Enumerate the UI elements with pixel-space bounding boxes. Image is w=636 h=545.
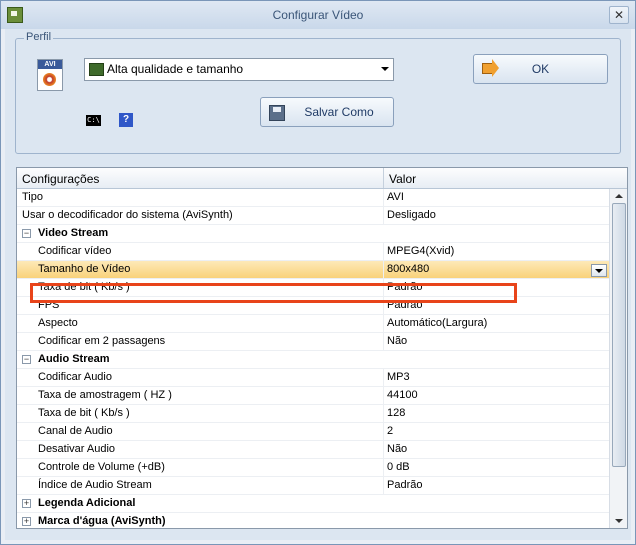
property-row[interactable]: Tipo AVI: [17, 189, 609, 207]
media-disc-icon: [43, 73, 56, 86]
property-name: Taxa de amostragem ( HZ ): [38, 389, 172, 401]
cell-divider: [383, 261, 384, 278]
profile-group-label: Perfil: [24, 31, 54, 43]
collapse-icon[interactable]: −: [22, 229, 31, 238]
cell-divider: [383, 333, 384, 350]
property-value[interactable]: 2: [387, 425, 393, 437]
property-row[interactable]: Codificar Audio MP3: [17, 369, 609, 387]
section-label: Video Stream: [38, 227, 109, 239]
film-icon: [89, 63, 104, 76]
property-row[interactable]: Taxa de amostragem ( HZ ) 44100: [17, 387, 609, 405]
cell-divider: [383, 387, 384, 404]
property-value[interactable]: MPEG4(Xvid): [387, 245, 454, 257]
property-name: Índice de Audio Stream: [38, 479, 152, 491]
property-value[interactable]: Automático(Largura): [387, 317, 487, 329]
property-value[interactable]: 44100: [387, 389, 418, 401]
property-row[interactable]: Tamanho de Vídeo 800x480: [17, 261, 609, 279]
property-name: Taxa de bit ( Kb/s ): [38, 407, 130, 419]
property-name: Controle de Volume (+dB): [38, 461, 165, 473]
profile-group: Perfil AVI Alta qualidade e tamanho C:\ …: [15, 31, 621, 154]
scroll-down-icon[interactable]: [610, 514, 627, 528]
window-title: Configurar Vídeo: [272, 8, 364, 22]
profile-select[interactable]: Alta qualidade e tamanho: [84, 58, 394, 81]
command-prompt-icon[interactable]: C:\: [86, 115, 101, 126]
property-value[interactable]: AVI: [387, 191, 404, 203]
property-name: Codificar vídeo: [38, 245, 112, 257]
property-value[interactable]: 800x480: [387, 263, 429, 275]
cell-divider: [383, 369, 384, 386]
property-value[interactable]: Padrão: [387, 479, 422, 491]
property-value[interactable]: 128: [387, 407, 405, 419]
property-row[interactable]: Codificar em 2 passagens Não: [17, 333, 609, 351]
section-row[interactable]: − Audio Stream: [17, 351, 609, 369]
property-name: Tamanho de Vídeo: [38, 263, 131, 275]
property-row[interactable]: Aspecto Automático(Largura): [17, 315, 609, 333]
avi-icon-label: AVI: [38, 60, 62, 69]
section-label: Marca d'água (AviSynth): [38, 515, 166, 527]
property-name: Tipo: [22, 191, 43, 203]
configure-video-dialog: Configurar Vídeo ✕ Perfil AVI Alta quali…: [0, 0, 636, 545]
property-value[interactable]: Não: [387, 443, 407, 455]
vertical-scrollbar[interactable]: [609, 189, 627, 528]
cell-divider: [383, 405, 384, 422]
chevron-down-icon[interactable]: [381, 67, 389, 71]
dropdown-arrow-icon[interactable]: [591, 264, 607, 277]
property-value[interactable]: 0 dB: [387, 461, 410, 473]
property-row[interactable]: Canal de Audio 2: [17, 423, 609, 441]
section-label: Audio Stream: [38, 353, 110, 365]
grid-rows: Tipo AVI Usar o decodificador do sistema (…: [17, 189, 609, 528]
column-header-settings[interactable]: Configurações: [22, 172, 99, 186]
section-label: Legenda Adicional: [38, 497, 136, 509]
column-header-value[interactable]: Valor: [389, 172, 416, 186]
property-name: Aspecto: [38, 317, 78, 329]
close-button[interactable]: ✕: [609, 6, 629, 24]
scroll-thumb[interactable]: [612, 203, 626, 467]
property-row[interactable]: Desativar Audio Não: [17, 441, 609, 459]
grid-header: Configurações Valor: [17, 168, 627, 189]
avi-file-icon: AVI: [37, 59, 63, 91]
section-row[interactable]: + Marca d'água (AviSynth): [17, 513, 609, 528]
collapse-icon[interactable]: −: [22, 355, 31, 364]
property-name: Codificar Audio: [38, 371, 112, 383]
save-as-button[interactable]: Salvar Como: [260, 97, 394, 127]
section-row[interactable]: − Video Stream: [17, 225, 609, 243]
cell-divider: [383, 477, 384, 494]
cell-divider: [383, 459, 384, 476]
cell-divider: [383, 243, 384, 260]
cell-divider: [383, 423, 384, 440]
ok-button[interactable]: OK: [473, 54, 608, 84]
settings-grid[interactable]: Configurações Valor Tipo AVI Usar o decodi…: [16, 167, 628, 529]
close-icon: ✕: [613, 8, 625, 22]
property-row[interactable]: Controle de Volume (+dB) 0 dB: [17, 459, 609, 477]
highlight-annotation: [30, 283, 517, 303]
title-bar[interactable]: Configurar Vídeo ✕: [1, 1, 635, 29]
expand-icon[interactable]: +: [22, 517, 31, 526]
property-name: Canal de Audio: [38, 425, 113, 437]
property-value[interactable]: MP3: [387, 371, 410, 383]
help-icon[interactable]: ?: [119, 113, 133, 127]
dialog-body: Perfil AVI Alta qualidade e tamanho C:\ …: [5, 29, 631, 540]
property-row[interactable]: Índice de Audio Stream Padrão: [17, 477, 609, 495]
property-value[interactable]: Não: [387, 335, 407, 347]
cell-divider: [383, 189, 384, 206]
property-row[interactable]: Usar o decodificador do sistema (AviSynt…: [17, 207, 609, 225]
property-name: Desativar Audio: [38, 443, 116, 455]
expand-icon[interactable]: +: [22, 499, 31, 508]
profile-select-value: Alta qualidade e tamanho: [107, 62, 244, 76]
save-as-label: Salvar Como: [304, 105, 374, 119]
property-name: Codificar em 2 passagens: [38, 335, 166, 347]
property-row[interactable]: Taxa de bit ( Kb/s ) 128: [17, 405, 609, 423]
cell-divider: [383, 441, 384, 458]
column-divider[interactable]: [383, 168, 384, 188]
property-name: Usar o decodificador do sistema (AviSynt…: [22, 209, 233, 221]
property-row[interactable]: Codificar vídeo MPEG4(Xvid): [17, 243, 609, 261]
cell-divider: [383, 315, 384, 332]
scroll-up-icon[interactable]: [610, 189, 627, 203]
property-value[interactable]: Desligado: [387, 209, 436, 221]
cell-divider: [383, 207, 384, 224]
ok-label: OK: [531, 62, 550, 76]
section-row[interactable]: + Legenda Adicional: [17, 495, 609, 513]
